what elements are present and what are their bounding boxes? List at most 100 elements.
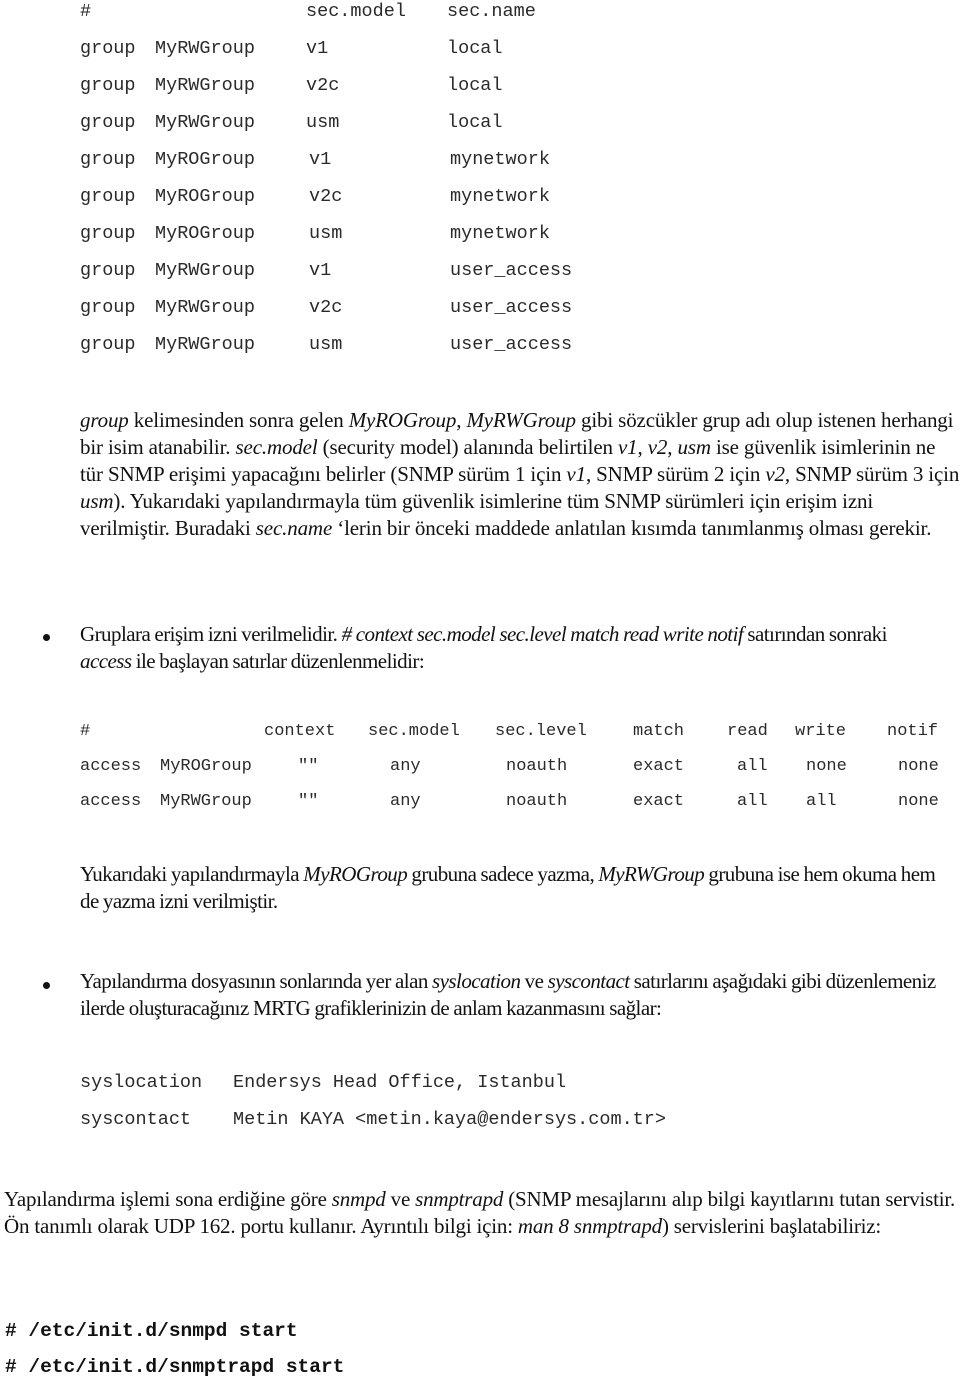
sec-model: v2c <box>306 75 340 96</box>
emphasized-term: sec.model <box>235 435 318 459</box>
sec-model: v2c <box>309 297 343 318</box>
sec-name: local <box>447 38 503 59</box>
emphasized-term: group <box>80 408 129 432</box>
sec-model: usm <box>309 334 343 355</box>
emphasized-term: syscontact <box>547 969 631 993</box>
emphasized-term: usm <box>677 435 711 459</box>
text-run: , SNMP sürüm 2 için <box>585 462 766 486</box>
group-keyword: group <box>80 260 136 281</box>
context: "" <box>298 757 319 776</box>
group-keyword: group <box>80 38 136 59</box>
syslocation-line: syslocation Endersys Head Office, Istanb… <box>0 1073 566 1093</box>
text-run: , <box>456 408 467 432</box>
sec-model: any <box>390 757 421 776</box>
syslocation-value: Endersys Head Office, Istanbul <box>233 1072 567 1093</box>
group-name: MyRWGroup <box>155 75 255 96</box>
sec-model: any <box>390 792 421 811</box>
group-keyword: group <box>80 186 136 207</box>
sec-name: user_access <box>450 334 573 355</box>
match: exact <box>633 757 685 776</box>
emphasized-term: sec.name <box>255 516 333 540</box>
text-run: kelimesinden sonra gelen <box>128 408 349 432</box>
sec-model: usm <box>309 223 343 244</box>
text-run: ) servislerini başlatabiliriz: <box>661 1214 882 1238</box>
group-keyword: group <box>80 334 136 355</box>
text-run: ‘lerin bir önceki maddede anlatılan kısı… <box>332 516 932 540</box>
paragraph-group-explanation: group kelimesinden sonra gelen MyROGroup… <box>80 407 960 542</box>
write: none <box>806 757 847 776</box>
sec-model: v1 <box>306 38 329 59</box>
text-run: , <box>637 435 648 459</box>
syscontact-key: syscontact <box>80 1109 192 1130</box>
header-sec-model: sec.model <box>306 1 406 22</box>
group-name: MyROGroup <box>155 186 255 207</box>
group-name: MyRWGroup <box>160 792 252 811</box>
header-hash: # <box>80 1 92 22</box>
text-run: ve <box>520 969 548 993</box>
text-run: , <box>667 435 678 459</box>
match: exact <box>633 792 685 811</box>
group-config-table: # sec.model sec.name group MyRWGroup v1 loc… <box>0 0 960 360</box>
command-snmptrapd-start: # /etc/init.d/snmptrapd start <box>5 1356 345 1378</box>
read: all <box>737 757 768 776</box>
emphasized-term: v1 <box>618 435 638 459</box>
emphasized-term: MyRWGroup <box>598 862 705 886</box>
text-run: ve <box>385 1187 416 1211</box>
text-run: grubuna sadece yazma, <box>407 862 599 886</box>
group-name: MyROGroup <box>160 757 252 776</box>
group-table-header: # sec.model sec.name <box>0 2 536 22</box>
text-run: , SNMP sürüm 3 için <box>784 462 960 486</box>
group-keyword: group <box>80 297 136 318</box>
sec-name: local <box>447 112 503 133</box>
sec-model: v1 <box>309 149 332 170</box>
bullet-syslocation-instruction: Yapılandırma dosyasının sonlarında yer a… <box>80 968 960 1022</box>
group-name: MyROGroup <box>155 149 255 170</box>
syslocation-key: syslocation <box>80 1072 203 1093</box>
sec-level: noauth <box>506 792 568 811</box>
emphasized-term: v1 <box>566 462 586 486</box>
syscontact-line: syscontact Metin KAYA <metin.kaya@enders… <box>0 1110 666 1130</box>
sec-name: mynetwork <box>450 223 550 244</box>
sec-name: mynetwork <box>450 149 550 170</box>
text-run: satırından sonraki <box>743 622 887 646</box>
emphasized-term: MyROGroup <box>348 408 457 432</box>
text-run: ile başlayan satırlar düzenlenmelidir: <box>131 649 425 673</box>
group-name: MyROGroup <box>155 223 255 244</box>
read: all <box>737 792 768 811</box>
sec-model: v2c <box>309 186 343 207</box>
sec-model: v1 <box>309 260 332 281</box>
emphasized-term: MyROGroup <box>303 862 408 886</box>
emphasized-term: # context sec.model sec.level match read… <box>341 622 744 646</box>
emphasized-term: man 8 snmptrapd <box>517 1214 662 1238</box>
access-keyword: access <box>80 792 142 811</box>
emphasized-term: MyRWGroup <box>466 408 576 432</box>
text-run: (security model) alanında belirtilen <box>317 435 618 459</box>
group-keyword: group <box>80 112 136 133</box>
header-match: match <box>633 722 685 741</box>
access-keyword: access <box>80 757 142 776</box>
context: "" <box>298 792 319 811</box>
header-hash: # <box>80 722 91 741</box>
text-run: Yapılandırma dosyasının sonlarında yer a… <box>80 969 433 993</box>
group-keyword: group <box>80 149 136 170</box>
write: all <box>806 792 837 811</box>
sys-config-block: syslocation Endersys Head Office, Istanb… <box>0 1070 960 1140</box>
group-name: MyRWGroup <box>155 297 255 318</box>
group-keyword: group <box>80 223 136 244</box>
sec-name: user_access <box>450 260 573 281</box>
emphasized-term: usm <box>80 489 114 513</box>
notif: none <box>898 757 939 776</box>
group-name: MyRWGroup <box>155 334 255 355</box>
bullet-access-instruction: Gruplara erişim izni verilmelidir. # con… <box>80 621 940 675</box>
emphasized-term: snmpd <box>331 1187 386 1211</box>
group-name: MyRWGroup <box>155 38 255 59</box>
emphasized-term: access <box>80 649 132 673</box>
emphasized-term: v2 <box>765 462 785 486</box>
header-sec-name: sec.name <box>447 1 536 22</box>
emphasized-term: syslocation <box>432 969 521 993</box>
group-name: MyRWGroup <box>155 260 255 281</box>
syscontact-value: Metin KAYA <metin.kaya@endersys.com.tr> <box>233 1109 666 1130</box>
group-keyword: group <box>80 75 136 96</box>
paragraph-start-services: Yapılandırma işlemi sona erdiğine göre s… <box>4 1186 960 1240</box>
sec-model: usm <box>306 112 340 133</box>
